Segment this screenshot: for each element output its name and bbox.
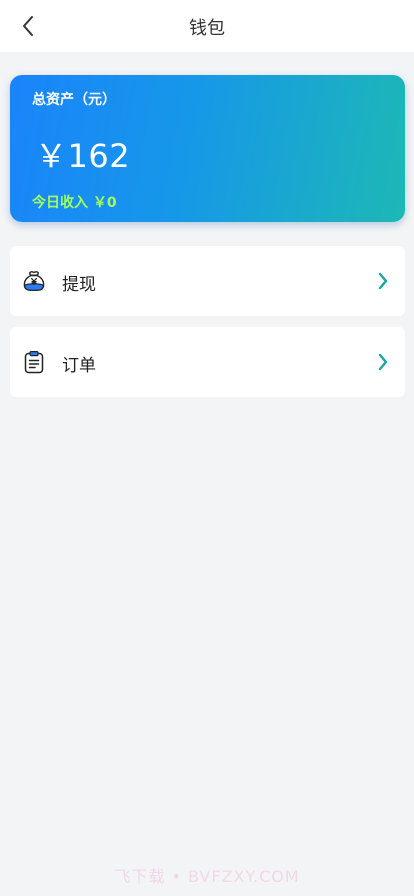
wallet-screen: 钱包 总资产（元） ￥162 今日收入 ￥0 提现 订单 飞下载 • BVFZX… [0,0,414,896]
chevron-right-icon [378,272,388,290]
header-bar: 钱包 [0,0,414,52]
total-assets-label: 总资产（元） [32,92,116,108]
watermark: 飞下载 • BVFZXY.COM [114,867,300,886]
chevron-right-icon [378,353,388,371]
today-income: 今日收入 ￥0 [32,195,117,211]
page-title: 钱包 [189,18,225,39]
total-assets-amount: ￥162 [35,137,131,175]
total-assets-card: 总资产（元） ￥162 今日收入 ￥0 [10,75,405,222]
menu-item-withdraw[interactable]: 提现 [10,246,405,316]
menu-item-orders[interactable]: 订单 [10,327,405,397]
menu-label-withdraw: 提现 [62,275,96,295]
clipboard-icon [24,351,44,374]
menu-label-orders: 订单 [62,356,96,376]
money-bag-icon [23,271,45,291]
